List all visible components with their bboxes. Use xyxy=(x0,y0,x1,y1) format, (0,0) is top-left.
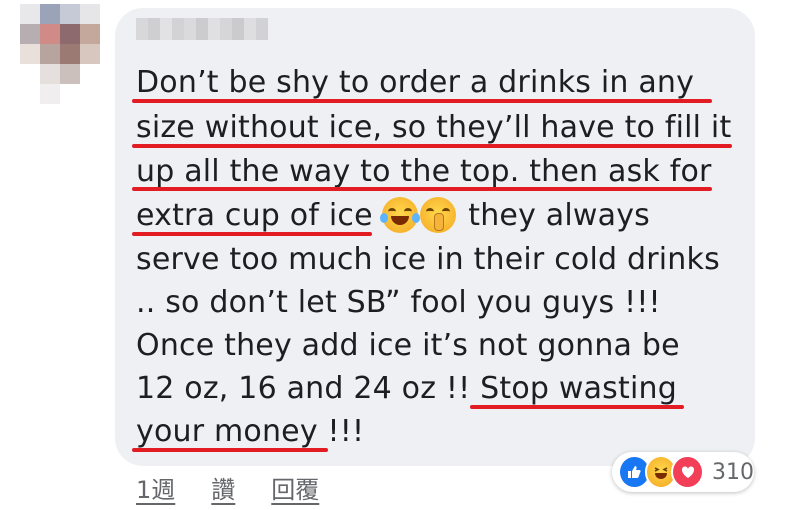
comment-line-2: size without ice, so they’ll have to fil… xyxy=(136,110,732,145)
reaction-count: 310 xyxy=(712,459,755,485)
shushing-face-emoji-icon xyxy=(420,197,457,233)
highlight-underline xyxy=(132,187,712,191)
comment-line-1: Don’t be shy to order a drinks in any xyxy=(136,65,695,100)
reply-button[interactable]: 回覆 xyxy=(271,470,319,505)
commenter-name-blurred[interactable] xyxy=(136,18,268,40)
laughing-tears-emoji-icon xyxy=(380,197,421,233)
highlight-underline xyxy=(470,405,684,409)
comment-text: your money xyxy=(136,414,318,449)
comment-line-8: 12 oz, 16 and 24 oz !! Stop wasting xyxy=(136,370,677,408)
highlight-underline xyxy=(132,232,372,236)
comment-text: Stop wasting xyxy=(480,371,677,406)
highlight-underline xyxy=(132,144,732,148)
comment-line-4: extra cup of ice they always xyxy=(136,197,650,235)
avatar[interactable] xyxy=(20,4,100,104)
comment-text: 12 oz, 16 and 24 oz !! xyxy=(136,371,471,406)
comment-line-9: your money !!! xyxy=(136,413,364,451)
highlight-underline xyxy=(132,99,712,103)
love-icon xyxy=(671,455,705,489)
comment-line-7: Once they add ice it’s not gonna be xyxy=(136,328,680,363)
reactions-summary[interactable]: 310 xyxy=(612,452,754,492)
timestamp-link[interactable]: 1週 xyxy=(136,470,175,505)
comment-text: extra cup of ice xyxy=(136,198,373,233)
comment-line-6: .. so don’t let SB” fool you guys !!! xyxy=(136,285,661,320)
comment-line-5: serve too much ice in their cold drinks xyxy=(136,242,720,277)
comment-line-3: up all the way to the top. then ask for xyxy=(136,154,712,189)
highlight-underline xyxy=(132,448,328,452)
like-button[interactable]: 讚 xyxy=(211,470,235,505)
comment-text: they always xyxy=(468,198,650,233)
comment-text: !!! xyxy=(327,414,365,449)
comment-actions: 1週 讚 回覆 xyxy=(136,470,319,505)
